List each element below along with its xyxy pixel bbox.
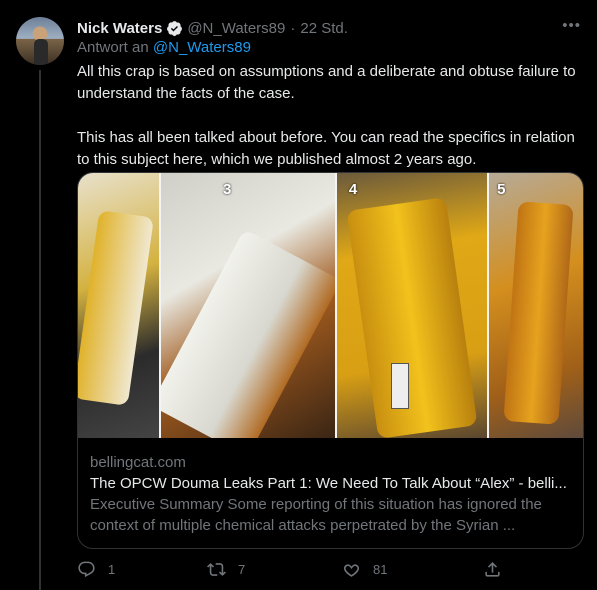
tweet-paragraph-2: This has all been talked about before. Y… — [77, 129, 575, 168]
separator-dot: · — [290, 19, 296, 37]
photo-panel-4: 5 — [489, 173, 583, 438]
photo-panel-2: 3 — [161, 173, 335, 438]
more-options-icon[interactable]: ••• — [562, 17, 581, 34]
tweet-actions: 1 7 81 — [77, 560, 500, 582]
reply-count: 1 — [108, 562, 116, 577]
photo-panel-3: 4 — [336, 173, 488, 438]
card-image[interactable]: 3 4 5 — [78, 173, 583, 438]
thread-line — [39, 70, 41, 590]
like-button[interactable]: 81 — [342, 560, 387, 579]
tweet-header: Nick Waters @N_Waters89 · 22 Std. — [77, 17, 581, 39]
share-icon — [485, 562, 500, 577]
photo-number-4: 4 — [348, 181, 358, 198]
card-meta: bellingcat.com The OPCW Douma Leaks Part… — [78, 438, 583, 536]
like-count: 81 — [373, 562, 388, 577]
reply-handle-link[interactable]: @N_Waters89 — [153, 39, 251, 56]
reply-button[interactable]: 1 — [77, 560, 115, 579]
retweet-count: 7 — [238, 562, 246, 577]
author-name[interactable]: Nick Waters — [77, 20, 162, 37]
label-tag — [390, 363, 409, 409]
link-preview-card[interactable]: 3 4 5 bellingcat.com The OPCW Douma Leak… — [77, 172, 584, 549]
share-button[interactable] — [483, 560, 502, 579]
author-handle[interactable]: @N_Waters89 — [187, 20, 285, 37]
retweet-icon — [207, 563, 226, 576]
reply-prefix: Antwort an — [77, 39, 149, 56]
tweet-time[interactable]: 22 Std. — [300, 20, 348, 37]
verified-badge-icon — [167, 20, 183, 36]
like-icon — [343, 564, 360, 577]
photo-number-3: 3 — [223, 181, 232, 198]
tweet-paragraph-1: All this crap is based on assumptions an… — [77, 63, 576, 102]
card-domain: bellingcat.com — [90, 454, 186, 471]
card-description: Executive Summary Some reporting of this… — [90, 496, 542, 534]
reply-icon — [78, 561, 95, 578]
avatar[interactable] — [16, 17, 64, 65]
retweet-button[interactable]: 7 — [207, 560, 245, 579]
photo-number-5: 5 — [497, 181, 506, 198]
card-title[interactable]: The OPCW Douma Leaks Part 1: We Need To … — [90, 473, 571, 494]
reply-context: Antwort an @N_Waters89 — [77, 39, 251, 56]
photo-panel-1 — [78, 173, 160, 438]
